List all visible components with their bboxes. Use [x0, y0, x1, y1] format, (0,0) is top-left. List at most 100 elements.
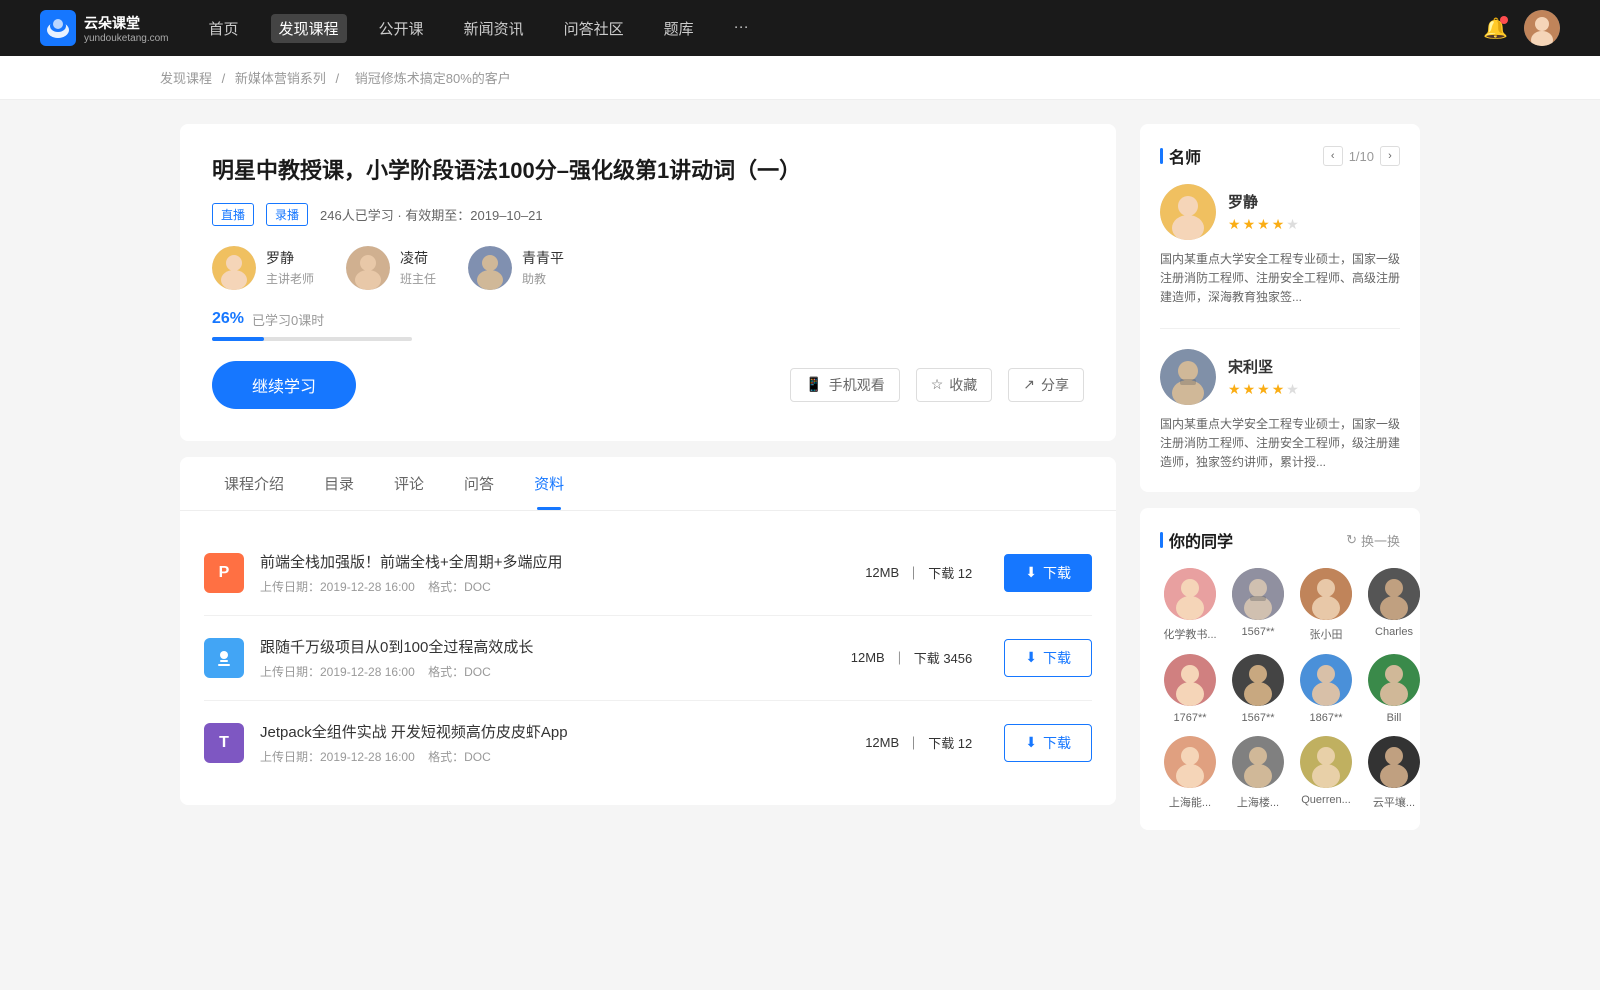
- mobile-icon: 📱: [805, 376, 822, 393]
- teacher-desc-2: 国内某重点大学安全工程专业硕士，国家一级注册消防工程师、注册安全工程师，级注册建…: [1160, 415, 1400, 473]
- tab-files[interactable]: 资料: [514, 457, 584, 510]
- instructor-name-2: 凌荷: [400, 248, 436, 268]
- instructor-avatar-3: [468, 246, 512, 290]
- notification-dot: [1500, 16, 1508, 24]
- instructor-name-3: 青青平: [522, 248, 564, 268]
- instructors: 罗静 主讲老师 凌荷 班主任: [212, 246, 1084, 290]
- nav-news[interactable]: 新闻资讯: [456, 14, 532, 43]
- file-info-2: 跟随千万级项目从0到100全过程高效成长 上传日期：2019-12-28 16:…: [260, 636, 819, 680]
- tab-intro[interactable]: 课程介绍: [204, 457, 304, 510]
- file-stats-2: 12MB ｜ 下载 3456: [851, 648, 973, 667]
- breadcrumb-discover[interactable]: 发现课程: [160, 71, 212, 86]
- logo-text: 云朵课堂 yundouketang.com: [84, 13, 169, 44]
- teacher-avatar-1: [1160, 184, 1216, 240]
- classmate-avatar-8: [1368, 654, 1420, 706]
- content-left: 明星中教授课，小学阶段语法100分–强化级第1讲动词（一） 直播 录播 246人…: [180, 124, 1116, 830]
- file-stats-3: 12MB ｜ 下载 12: [865, 733, 972, 752]
- teacher-name-2: 宋利坚: [1228, 356, 1299, 377]
- instructor-1: 罗静 主讲老师: [212, 246, 314, 290]
- tag-record: 录播: [266, 203, 308, 226]
- classmate-avatar-2: [1232, 568, 1284, 620]
- classmate-name-11: Querren...: [1296, 794, 1356, 806]
- breadcrumb-series[interactable]: 新媒体营销系列: [235, 71, 326, 86]
- nav-question[interactable]: 题库: [656, 14, 702, 43]
- classmate-name-10: 上海楼...: [1228, 794, 1288, 810]
- file-icon-u: [204, 638, 244, 678]
- logo[interactable]: 云朵课堂 yundouketang.com: [40, 10, 169, 46]
- instructor-info-3: 青青平 助教: [522, 248, 564, 287]
- classmate-name-8: Bill: [1364, 712, 1424, 724]
- notification-bell[interactable]: 🔔: [1483, 16, 1508, 41]
- download-button-1[interactable]: ⬇ 下载: [1004, 554, 1092, 592]
- classmate-name-5: 1767**: [1160, 712, 1220, 724]
- breadcrumb: 发现课程 / 新媒体营销系列 / 销冠修炼术搞定80%的客户: [0, 56, 1600, 100]
- classmate-11: Querren...: [1296, 736, 1356, 810]
- classmate-name-6: 1567**: [1228, 712, 1288, 724]
- download-icon-2: ⬇: [1025, 649, 1037, 666]
- download-button-2[interactable]: ⬇ 下载: [1004, 639, 1092, 677]
- classmate-name-7: 1867**: [1296, 712, 1356, 724]
- refresh-button[interactable]: ↻ 换一换: [1346, 531, 1400, 550]
- nav-qa[interactable]: 问答社区: [556, 14, 632, 43]
- logo-icon: [40, 10, 76, 46]
- teacher-stars-2: ★ ★ ★ ★ ★: [1228, 381, 1299, 398]
- instructor-role-3: 助教: [522, 270, 564, 287]
- course-meta: 246人已学习 · 有效期至：2019–10–21: [320, 205, 543, 224]
- nav-more[interactable]: ···: [726, 14, 757, 43]
- continue-button[interactable]: 继续学习: [212, 361, 356, 409]
- progress-pct: 26%: [212, 310, 244, 328]
- refresh-icon: ↻: [1346, 532, 1357, 548]
- instructor-info-2: 凌荷 班主任: [400, 248, 436, 287]
- nav-home[interactable]: 首页: [201, 14, 247, 43]
- nav-discover[interactable]: 发现课程: [271, 14, 347, 43]
- user-avatar[interactable]: [1524, 10, 1560, 46]
- download-icon-1: ⬇: [1025, 564, 1037, 581]
- tabs-content: P 前端全栈加强版！前端全栈+全周期+多端应用 上传日期：2019-12-28 …: [180, 511, 1116, 805]
- teacher-item-2: 宋利坚 ★ ★ ★ ★ ★ 国内某重点大学安全工程专业硕士，国家一级注册消防工程…: [1160, 349, 1400, 473]
- classmates-title: 你的同学: [1160, 528, 1233, 552]
- tab-catalog[interactable]: 目录: [304, 457, 374, 510]
- teacher-top-1: 罗静 ★ ★ ★ ★ ★: [1160, 184, 1400, 240]
- next-page-button[interactable]: ›: [1380, 146, 1400, 166]
- classmate-5: 1767**: [1160, 654, 1220, 724]
- classmate-avatar-7: [1300, 654, 1352, 706]
- main-content: 明星中教授课，小学阶段语法100分–强化级第1讲动词（一） 直播 录播 246人…: [140, 100, 1460, 854]
- teacher-item-1: 罗静 ★ ★ ★ ★ ★ 国内某重点大学安全工程专业硕士，国家一级注册消防工程师…: [1160, 184, 1400, 329]
- course-card: 明星中教授课，小学阶段语法100分–强化级第1讲动词（一） 直播 录播 246人…: [180, 124, 1116, 441]
- star-icon: ☆: [931, 376, 944, 393]
- classmate-avatar-3: [1300, 568, 1352, 620]
- nav-open[interactable]: 公开课: [371, 14, 432, 43]
- teacher-avatar-2: [1160, 349, 1216, 405]
- teacher-top-2: 宋利坚 ★ ★ ★ ★ ★: [1160, 349, 1400, 405]
- teacher-name-stars-1: 罗静 ★ ★ ★ ★ ★: [1228, 191, 1299, 233]
- tag-live: 直播: [212, 203, 254, 226]
- classmate-avatar-9: [1164, 736, 1216, 788]
- action-row: 继续学习 📱 手机观看 ☆ 收藏 ↗ 分享: [212, 361, 1084, 409]
- tab-review[interactable]: 评论: [374, 457, 444, 510]
- classmate-1: 化学教书...: [1160, 568, 1220, 642]
- file-info-1: 前端全栈加强版！前端全栈+全周期+多端应用 上传日期：2019-12-28 16…: [260, 551, 833, 595]
- navbar-left: 云朵课堂 yundouketang.com 首页 发现课程 公开课 新闻资讯 问…: [40, 10, 757, 46]
- file-name-1: 前端全栈加强版！前端全栈+全周期+多端应用: [260, 551, 833, 572]
- tab-qa[interactable]: 问答: [444, 457, 514, 510]
- navbar: 云朵课堂 yundouketang.com 首页 发现课程 公开课 新闻资讯 问…: [0, 0, 1600, 56]
- share-icon: ↗: [1023, 376, 1035, 393]
- download-button-3[interactable]: ⬇ 下载: [1004, 724, 1092, 762]
- share-button[interactable]: ↗ 分享: [1008, 368, 1084, 402]
- classmate-10: 上海楼...: [1228, 736, 1288, 810]
- classmate-name-1: 化学教书...: [1160, 626, 1220, 642]
- prev-page-button[interactable]: ‹: [1323, 146, 1343, 166]
- classmate-avatar-1: [1164, 568, 1216, 620]
- classmate-name-2: 1567**: [1228, 626, 1288, 638]
- classmates-grid: 化学教书... 1567** 张小田: [1160, 568, 1400, 810]
- file-info-3: Jetpack全组件实战 开发短视频高仿皮皮虾App 上传日期：2019-12-…: [260, 721, 833, 765]
- action-buttons: 📱 手机观看 ☆ 收藏 ↗ 分享: [790, 368, 1084, 402]
- mobile-watch-button[interactable]: 📱 手机观看: [790, 368, 899, 402]
- file-meta-3: 上传日期：2019-12-28 16:00 格式：DOC: [260, 748, 833, 765]
- progress-fill: [212, 337, 264, 341]
- progress-bar: [212, 337, 412, 341]
- instructor-avatar-1: [212, 246, 256, 290]
- sidebar: 名师 ‹ 1/10 ›: [1140, 124, 1420, 830]
- collect-button[interactable]: ☆ 收藏: [916, 368, 993, 402]
- classmate-8: Bill: [1364, 654, 1424, 724]
